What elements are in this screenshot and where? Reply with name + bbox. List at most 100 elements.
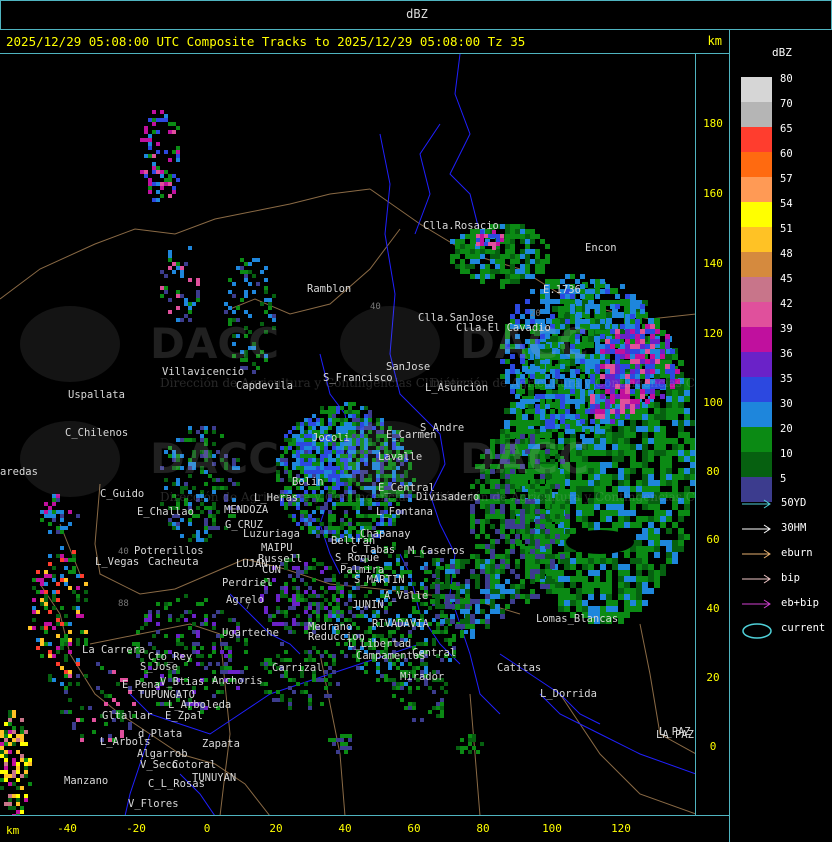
echo-cell xyxy=(576,516,582,522)
echo-cell xyxy=(360,426,364,430)
echo-cell xyxy=(535,574,540,579)
echo-cell xyxy=(645,364,650,369)
echo-cell xyxy=(416,642,420,646)
echo-cell xyxy=(296,466,300,470)
echo-cell xyxy=(515,254,520,259)
echo-cell xyxy=(495,509,500,514)
echo-cell xyxy=(480,274,485,279)
echo-cell xyxy=(470,254,475,259)
echo-cell xyxy=(618,576,624,582)
echo-cell xyxy=(344,458,348,462)
echo-cell xyxy=(368,522,372,526)
echo-cell xyxy=(296,446,300,450)
echo-cell xyxy=(292,438,296,442)
echo-cell xyxy=(376,466,380,470)
echo-cell xyxy=(636,414,642,420)
echo-cell xyxy=(535,509,540,514)
echo-cell xyxy=(292,434,296,438)
echo-cell xyxy=(610,349,615,354)
echo-cell xyxy=(624,588,630,594)
echo-cell xyxy=(440,566,444,570)
echo-cell xyxy=(550,524,555,529)
echo-cell xyxy=(678,528,684,534)
echo-cell xyxy=(505,229,510,234)
echo-cell xyxy=(672,354,678,360)
echo-cell xyxy=(515,534,520,539)
echo-cell xyxy=(360,478,364,482)
echo-cell xyxy=(576,426,582,432)
echo-cell xyxy=(666,468,672,474)
echo-cell xyxy=(660,564,666,570)
echo-cell xyxy=(615,404,620,409)
echo-cell xyxy=(635,304,640,309)
echo-cell xyxy=(490,254,495,259)
echo-cell xyxy=(530,234,535,239)
echo-cell xyxy=(312,526,316,530)
echo-cell xyxy=(624,582,630,588)
echo-cell xyxy=(564,600,570,606)
echo-cell xyxy=(630,319,635,324)
echo-cell xyxy=(630,504,636,510)
echo-cell xyxy=(678,516,684,522)
echo-cell xyxy=(630,426,636,432)
echo-cell xyxy=(684,468,690,474)
echo-cell xyxy=(618,588,624,594)
echo-cell xyxy=(540,519,545,524)
echo-cell xyxy=(625,404,630,409)
echo-cell xyxy=(465,249,470,254)
echo-cell xyxy=(320,446,324,450)
echo-cell xyxy=(565,304,570,309)
echo-cell xyxy=(654,402,660,408)
echo-cell xyxy=(475,254,480,259)
echo-cell xyxy=(364,434,368,438)
echo-cell xyxy=(648,570,654,576)
echo-cell xyxy=(642,468,648,474)
echo-cell xyxy=(600,429,605,434)
echo-cell xyxy=(424,578,428,582)
echo-cell xyxy=(304,422,308,426)
echo-cell xyxy=(525,519,530,524)
echo-cell xyxy=(364,450,368,454)
echo-cell xyxy=(525,244,530,249)
echo-cell xyxy=(460,264,465,269)
echo-cell xyxy=(336,406,340,410)
echo-cell xyxy=(352,594,356,598)
echo-cell xyxy=(500,504,505,509)
echo-cell xyxy=(476,238,480,242)
echo-cell xyxy=(500,529,505,534)
radar-map[interactable]: 40 88 40 7 20 DACC DACC DACC DACC Dirección… xyxy=(0,54,696,816)
echo-cell xyxy=(340,610,344,614)
echo-cell xyxy=(352,410,356,414)
echo-cell xyxy=(620,334,625,339)
echo-cell xyxy=(500,559,505,564)
echo-cell xyxy=(642,546,648,552)
echo-cell xyxy=(316,462,320,466)
echo-cell xyxy=(582,600,588,606)
echo-cell xyxy=(288,430,292,434)
echo-cell xyxy=(645,324,650,329)
echo-cell xyxy=(452,638,456,642)
echo-cell xyxy=(308,518,312,522)
echo-cell xyxy=(540,404,545,409)
echo-cell xyxy=(324,506,328,510)
echo-cell xyxy=(618,420,624,426)
echo-cell xyxy=(388,678,392,682)
echo-cell xyxy=(520,584,525,589)
echo-cell xyxy=(540,584,545,589)
composite-title: 2025/12/29 05:08:00 UTC Composite Tracks… xyxy=(6,34,526,49)
echo-cell xyxy=(500,514,505,519)
echo-cell xyxy=(525,239,530,244)
echo-cell xyxy=(595,329,600,334)
echo-cell xyxy=(292,514,296,518)
echo-cell xyxy=(510,569,515,574)
echo-cell xyxy=(485,549,490,554)
echo-cell xyxy=(630,409,635,414)
echo-cell xyxy=(356,586,360,590)
echo-cell xyxy=(332,450,336,454)
echo-cell xyxy=(595,394,600,399)
echo-cell xyxy=(520,269,525,274)
echo-cell xyxy=(352,414,356,418)
echo-cell xyxy=(292,450,296,454)
echo-cell xyxy=(510,544,515,549)
echo-cell xyxy=(555,404,560,409)
